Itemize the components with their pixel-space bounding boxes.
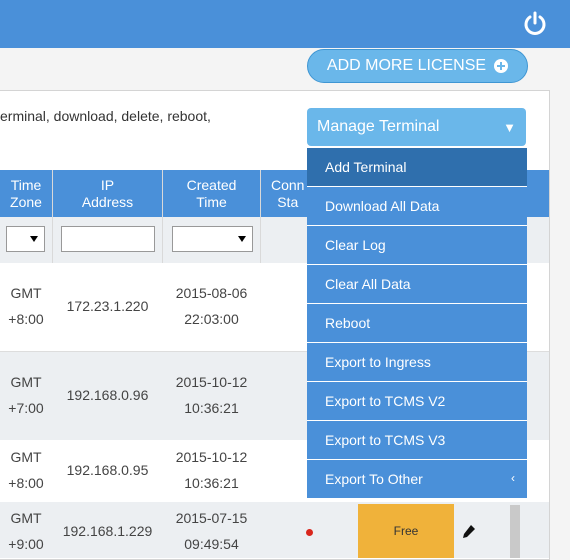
column-header-time-zone[interactable]: Time Zone xyxy=(0,170,52,217)
chevron-down-icon: ▼ xyxy=(503,119,516,135)
created-time-cell: 2015-10-12 10:36:21 xyxy=(175,374,248,416)
created-time-cell: 2015-10-12 10:36:21 xyxy=(175,449,248,491)
add-license-label: ADD MORE LICENSE xyxy=(326,57,487,74)
scrollbar[interactable] xyxy=(510,505,520,558)
time-zone-cell: GMT +7:00 xyxy=(8,374,44,416)
export-to-other-label: Export To Other xyxy=(325,471,423,487)
ip-address-cell: 172.23.1.220 xyxy=(66,298,149,314)
ip-address-filter-input[interactable] xyxy=(61,226,155,252)
column-header-ip-address[interactable]: IP Address xyxy=(53,170,162,217)
created-time-filter-select[interactable] xyxy=(172,226,253,252)
column-header-created-time[interactable]: Created Time xyxy=(163,170,260,217)
menu-item-download-all-data[interactable]: Download All Data xyxy=(307,186,527,225)
manage-terminal-dropdown[interactable]: Manage Terminal ▼ xyxy=(307,108,526,146)
menu-item-export-to-tcms-v2[interactable]: Export to TCMS V2 xyxy=(307,381,527,420)
menu-item-export-to-tcms-v3[interactable]: Export to TCMS V3 xyxy=(307,420,527,459)
description-text: erminal, download, delete, reboot, xyxy=(0,108,211,124)
add-more-license-button[interactable]: ADD MORE LICENSE xyxy=(307,49,528,83)
menu-item-clear-log[interactable]: Clear Log xyxy=(307,225,527,264)
chevron-left-icon: ‹ xyxy=(511,471,515,485)
time-zone-filter-select[interactable] xyxy=(6,226,45,252)
top-bar xyxy=(0,0,570,48)
status-dot-icon xyxy=(306,529,313,536)
menu-item-add-terminal[interactable]: Add Terminal xyxy=(307,147,527,186)
ip-address-cell: 192.168.1.229 xyxy=(62,523,153,539)
power-icon[interactable] xyxy=(522,11,548,37)
manage-terminal-label: Manage Terminal xyxy=(317,118,440,135)
time-zone-cell: GMT +9:00 xyxy=(8,510,44,552)
manage-terminal-menu: Add Terminal Download All Data Clear Log… xyxy=(307,147,527,498)
caret-icon xyxy=(238,236,246,242)
menu-item-reboot[interactable]: Reboot xyxy=(307,303,527,342)
edit-pencil-icon[interactable] xyxy=(462,524,476,540)
menu-item-export-to-other[interactable]: Export To Other ‹ xyxy=(307,459,527,498)
menu-item-export-to-ingress[interactable]: Export to Ingress xyxy=(307,342,527,381)
time-zone-cell: GMT +8:00 xyxy=(8,285,44,327)
ip-address-cell: 192.168.0.95 xyxy=(66,462,149,478)
plus-circle-icon xyxy=(494,59,509,73)
column-header-connection-status[interactable]: Conn Sta xyxy=(261,170,307,217)
ip-address-cell: 192.168.0.96 xyxy=(66,387,149,403)
caret-icon xyxy=(30,236,38,242)
created-time-cell: 2015-08-06 22:03:00 xyxy=(175,285,248,327)
created-time-cell: 2015-07-15 09:49:54 xyxy=(175,510,248,552)
menu-item-clear-all-data[interactable]: Clear All Data xyxy=(307,264,527,303)
time-zone-cell: GMT +8:00 xyxy=(8,449,44,491)
license-badge: Free xyxy=(358,504,454,558)
